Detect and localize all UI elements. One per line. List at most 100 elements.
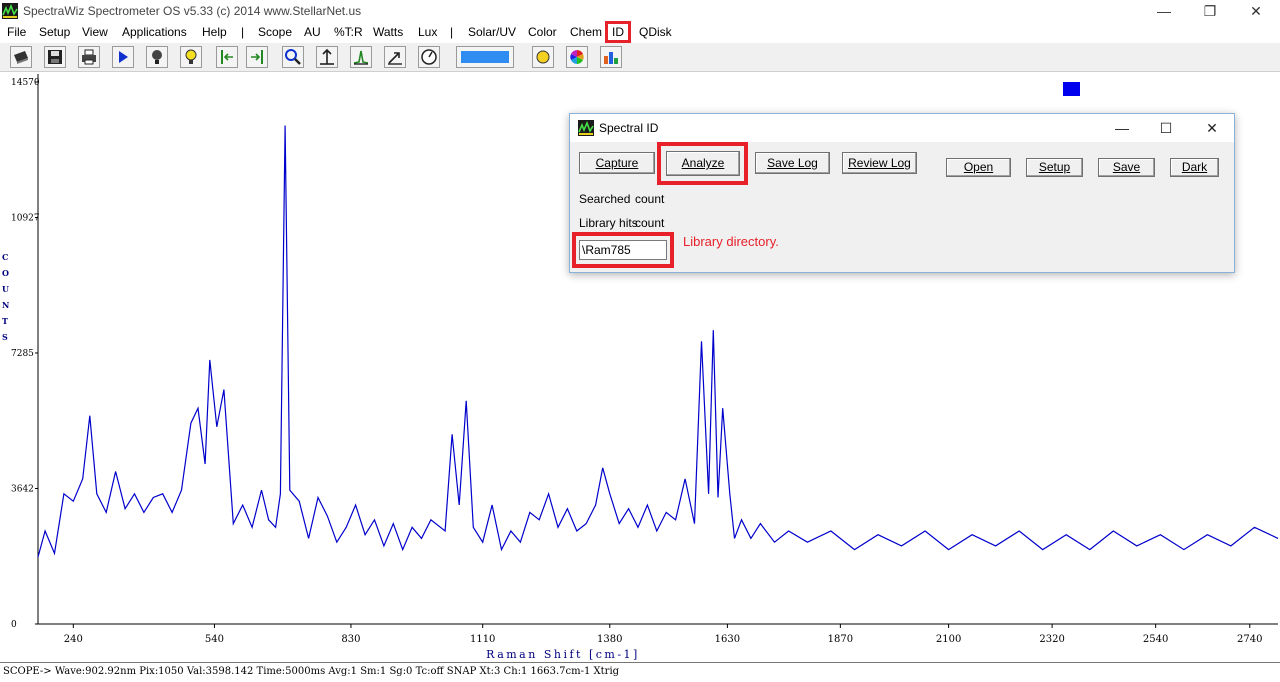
x-tick-label: 540 — [205, 634, 224, 645]
toolbar — [0, 43, 1280, 72]
save-log-label: Save Log — [767, 156, 818, 170]
x-tick-label: 1110 — [470, 634, 495, 645]
x-axis-label: Raman Shift [cm-1] — [486, 648, 640, 660]
capture-label: Capture — [595, 156, 639, 170]
y-tick-label: 0 — [11, 620, 17, 630]
menu-color[interactable]: Color — [528, 25, 557, 39]
cursor-right-button[interactable] — [246, 46, 268, 68]
menu-view[interactable]: View — [82, 25, 108, 39]
app-icon — [2, 3, 18, 19]
dialog-title: Spectral ID — [599, 121, 659, 135]
print-icon — [82, 49, 96, 65]
dialog-minimize-button[interactable]: — — [1102, 116, 1142, 140]
bulb-button[interactable] — [180, 46, 202, 68]
status-text: SCOPE-> Wave:902.92nm Pix:1050 Val:3598.… — [3, 666, 620, 677]
zoom-button[interactable] — [282, 46, 304, 68]
save-label: Save — [1112, 160, 1141, 174]
dialog-close-button[interactable]: ✕ — [1192, 116, 1232, 140]
x-tick-label: 830 — [341, 634, 360, 645]
setup-button[interactable]: Setup — [1026, 158, 1083, 177]
chart-button[interactable] — [600, 46, 622, 68]
menu-lux[interactable]: Lux — [418, 25, 437, 39]
scale-up-button[interactable] — [384, 46, 406, 68]
chart-icon — [604, 52, 618, 64]
blue-marker — [1063, 82, 1080, 96]
run-button[interactable] — [112, 46, 134, 68]
open-button[interactable] — [10, 46, 32, 68]
gauge-button[interactable] — [418, 46, 440, 68]
menu-qdisk[interactable]: QDisk — [639, 25, 672, 39]
menu-setup[interactable]: Setup — [39, 25, 70, 39]
zoom-icon — [285, 49, 301, 65]
library-directory-annotation: Library directory. — [683, 234, 779, 249]
x-tick-label: 240 — [64, 634, 83, 645]
menu-help[interactable]: Help — [202, 25, 227, 39]
play-icon — [119, 51, 128, 63]
menu-separator: | — [450, 25, 454, 39]
save-log-button[interactable]: Save Log — [755, 152, 830, 174]
x-tick-label: 2320 — [1039, 634, 1064, 645]
menu-solar-uv[interactable]: Solar/UV — [468, 25, 516, 39]
x-tick-label: 2100 — [936, 634, 961, 645]
menu-transmission[interactable]: %T:R — [334, 25, 363, 39]
save-icon — [48, 50, 62, 64]
cursor-left-icon — [221, 50, 233, 64]
searched-count: count — [635, 192, 665, 206]
setup-label: Setup — [1038, 160, 1071, 174]
cursor-left-button[interactable] — [216, 46, 238, 68]
review-log-button[interactable]: Review Log — [842, 152, 917, 174]
x-tick-label: 1630 — [715, 634, 740, 645]
open-library-button[interactable]: Open — [946, 158, 1011, 177]
menu-file[interactable]: File — [7, 25, 26, 39]
gauge-icon — [421, 49, 437, 65]
analyze-button[interactable]: Analyze — [666, 151, 740, 176]
library-directory-input[interactable] — [579, 240, 667, 260]
color-wheel-button[interactable] — [566, 46, 588, 68]
peak-button[interactable] — [350, 46, 372, 68]
menu-bar: File Setup View Applications Help | Scop… — [0, 21, 1280, 43]
color-wheel-icon — [570, 50, 584, 64]
y-tick-label: 10927 — [11, 214, 40, 224]
review-log-label: Review Log — [848, 156, 911, 170]
title-bar: SpectraWiz Spectrometer OS v5.33 (c) 201… — [0, 0, 1280, 22]
autoscale-button[interactable] — [316, 46, 338, 68]
save-button[interactable]: Save — [1098, 158, 1155, 177]
status-bar: SCOPE-> Wave:902.92nm Pix:1050 Val:3598.… — [0, 662, 1280, 682]
scale-up-icon — [388, 52, 402, 65]
dark-button[interactable]: Dark — [1170, 158, 1219, 177]
dialog-maximize-button[interactable]: ☐ — [1146, 116, 1186, 140]
menu-au[interactable]: AU — [304, 25, 321, 39]
spectral-id-dialog: Spectral ID — ☐ ✕ Capture Analyze Save L… — [569, 113, 1235, 273]
x-tick-label: 1870 — [828, 634, 853, 645]
y-tick-label: 3642 — [11, 485, 34, 495]
print-button[interactable] — [78, 46, 100, 68]
menu-scope[interactable]: Scope — [258, 25, 292, 39]
library-hits-count: count — [635, 216, 665, 230]
menu-watts[interactable]: Watts — [373, 25, 403, 39]
color-bar-button[interactable] — [456, 46, 514, 68]
capture-button[interactable]: Capture — [579, 152, 655, 174]
sun-button[interactable] — [532, 46, 554, 68]
color-bar-icon — [461, 51, 509, 63]
x-tick-label: 2540 — [1143, 634, 1168, 645]
close-button[interactable]: ✕ — [1233, 0, 1279, 22]
restore-button[interactable]: ❐ — [1187, 0, 1233, 22]
lamp-icon — [152, 50, 162, 64]
searched-label: Searched — [579, 192, 631, 206]
dialog-title-bar: Spectral ID — ☐ ✕ — [570, 114, 1234, 142]
minimize-button[interactable]: — — [1141, 0, 1187, 22]
y-tick-label: 7285 — [11, 349, 34, 359]
menu-chem[interactable]: Chem — [570, 25, 602, 39]
menu-applications[interactable]: Applications — [122, 25, 187, 39]
save-file-button[interactable] — [44, 46, 66, 68]
peak-icon — [353, 50, 369, 65]
autoscale-icon — [320, 48, 334, 65]
library-hits-label: Library hits — [579, 216, 638, 230]
menu-id[interactable]: ID — [605, 21, 631, 43]
sun-icon — [536, 50, 550, 64]
x-tick-label: 2740 — [1237, 634, 1262, 645]
y-axis-label: COUNTS — [2, 252, 9, 342]
bulb-icon — [185, 49, 197, 64]
lamp-button[interactable] — [146, 46, 168, 68]
window-title: SpectraWiz Spectrometer OS v5.33 (c) 201… — [23, 4, 362, 18]
